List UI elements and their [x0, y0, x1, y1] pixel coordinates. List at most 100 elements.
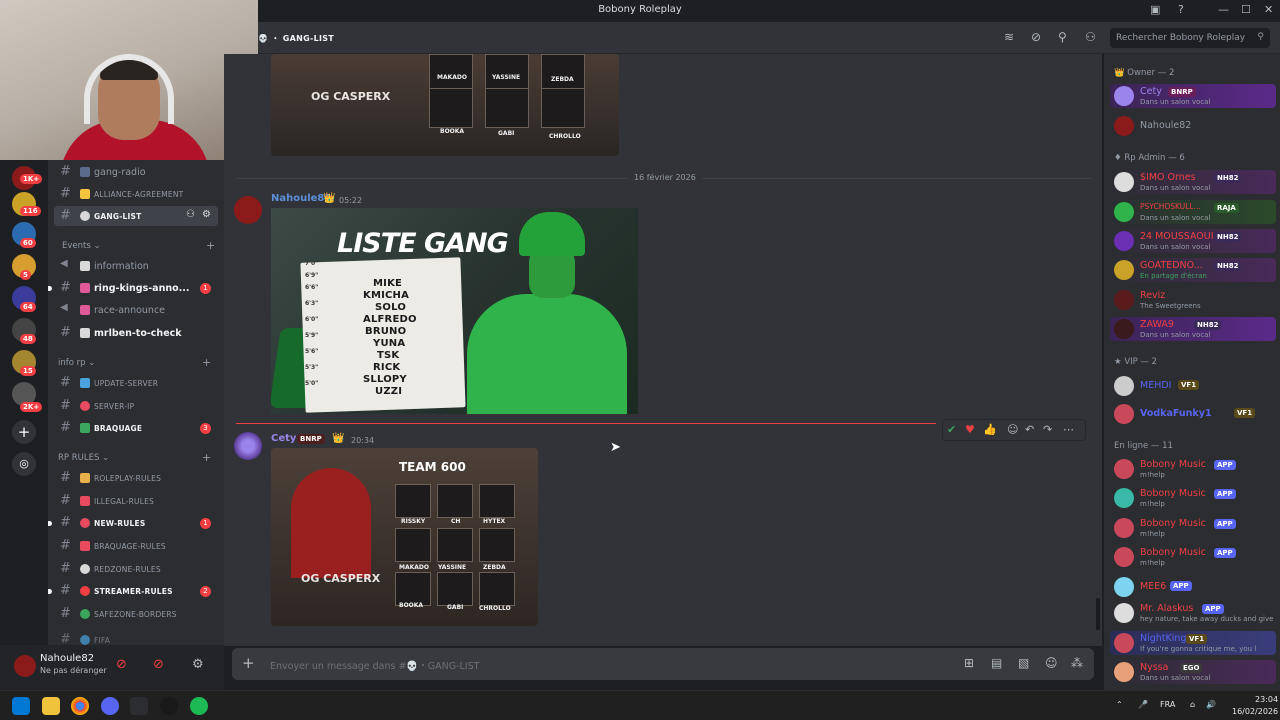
channel-item[interactable]: # BRAQUAGE 3 [48, 418, 224, 438]
member-item[interactable]: Bobony Music APP m!help [1110, 486, 1276, 510]
clock[interactable]: 23:04 16/02/2026 [1232, 694, 1278, 718]
member-item[interactable]: Nahoule82 [1110, 114, 1276, 138]
member-group-label: Owner — 2 [1127, 68, 1175, 78]
member-item[interactable]: MEHDI VF1 [1110, 374, 1276, 398]
member-item[interactable]: VodkaFunky1 VF1 [1110, 402, 1276, 426]
gif-icon[interactable]: ▤ [991, 656, 1002, 670]
chrome-icon[interactable] [71, 697, 89, 715]
forward-icon[interactable]: ↷ [1043, 423, 1052, 436]
apps-icon[interactable]: ⁂ [1071, 656, 1083, 670]
screen-icon[interactable]: ▣ [1150, 3, 1160, 16]
plus-icon[interactable]: + [206, 239, 215, 252]
chat-scrollbar[interactable] [1096, 598, 1100, 630]
add-server-icon[interactable]: + [12, 420, 36, 444]
maximize-button[interactable]: ☐ [1241, 3, 1251, 16]
image-text: ZEBDA [551, 76, 574, 83]
network-icon[interactable]: ⌂ [1190, 700, 1195, 709]
chevron-up-icon[interactable]: ⌃ [1116, 700, 1123, 709]
channel-item[interactable]: # SAFEZONE-BORDERS [48, 604, 224, 624]
channel-item[interactable]: # UPDATE-SERVER [48, 373, 224, 393]
channel-item[interactable]: # NEW-RULES 1 [48, 513, 224, 533]
attach-plus-icon[interactable]: + [242, 654, 255, 672]
heart-icon[interactable]: ♥ [965, 423, 975, 436]
member-item[interactable]: 24 MOUSSAOUI NH82 Dans un salon vocal [1110, 229, 1276, 253]
channel-item[interactable]: # FIFA [48, 630, 224, 645]
avatar[interactable] [14, 655, 36, 677]
channel-item[interactable]: # gang-radio [48, 162, 224, 182]
reply-icon[interactable]: ↶ [1025, 423, 1034, 436]
minimize-button[interactable]: — [1218, 3, 1229, 16]
channel-item[interactable]: ◀ information [48, 256, 224, 276]
gear-icon[interactable]: ⚙ [202, 209, 211, 220]
plus-icon[interactable]: + [202, 451, 211, 464]
member-item[interactable]: PSYCHOSKULL... RAJA Dans un salon vocal [1110, 200, 1276, 224]
category-rp-rules[interactable]: RP RULES ⌄ + [58, 451, 211, 464]
message-composer[interactable]: + Envoyer un message dans #💀・GANG-LIST ⊞… [232, 648, 1094, 680]
add-member-icon[interactable]: ⚇ [186, 209, 195, 220]
emoji-icon[interactable]: ☺ [1045, 656, 1058, 670]
channel-item[interactable]: # ILLEGAL-RULES [48, 491, 224, 511]
threads-icon[interactable]: ≋ [1004, 30, 1014, 44]
file-explorer-icon[interactable] [42, 697, 60, 715]
emoji-icon[interactable]: ☺ [1007, 423, 1018, 436]
member-item[interactable]: Mr. Alaskus APP hey nature, take away du… [1110, 601, 1276, 625]
member-item[interactable]: Cety BNRP Dans un salon vocal [1110, 84, 1276, 108]
member-item[interactable]: Bobony Music APP m!help [1110, 545, 1276, 569]
check-icon[interactable]: ✔ [947, 423, 956, 436]
plus-icon[interactable]: + [202, 356, 211, 369]
member-item[interactable]: ZAWA9 NH82 Dans un salon vocal [1110, 317, 1276, 341]
channel-item[interactable]: # ring-kings-anno... 1 [48, 278, 224, 298]
pin-icon[interactable]: ⚲ [1058, 30, 1067, 44]
help-icon[interactable]: ? [1178, 3, 1184, 16]
server-badge: 5 [20, 270, 31, 280]
bell-muted-icon[interactable]: ⊘ [1031, 30, 1041, 44]
windows-start-icon[interactable] [12, 697, 30, 715]
member-item[interactable]: Reviz The Sweetgreens [1110, 288, 1276, 312]
member-card [437, 484, 473, 518]
team-600-image[interactable]: OG CASPERX TEAM 600 RISSKY CH HYTEX MAKA… [271, 448, 538, 626]
sticker-icon[interactable]: ▧ [1018, 656, 1029, 670]
gang-image[interactable]: OG CASPERX MAKADO YASSINE ZEBDA BOOKA GA… [271, 54, 619, 156]
channel-item[interactable]: # ROLEPLAY-RULES [48, 468, 224, 488]
mic-icon[interactable]: 🎤 [1138, 700, 1148, 709]
explore-icon[interactable]: ◎ [12, 452, 36, 476]
gear-icon[interactable]: ⚙ [192, 657, 204, 672]
category-events[interactable]: Events ⌄ + [62, 239, 215, 252]
member-item[interactable]: MEE6 APP [1110, 575, 1276, 599]
member-item[interactable]: Bobony Music APP m!help [1110, 457, 1276, 481]
channel-item[interactable]: # mrlben-to-check [48, 323, 224, 343]
channel-item[interactable]: # BRAQUAGE-RULES [48, 536, 224, 556]
member-item[interactable]: NightKing VF1 If you're gonna critique m… [1110, 631, 1276, 655]
spotify-icon[interactable] [190, 697, 208, 715]
discord-icon[interactable] [101, 697, 119, 715]
liste-gang-image[interactable]: LISTE GANG 7'0" 6'9" 6'6" 6'3" 6'0" 5'9"… [271, 208, 638, 414]
category-info-rp[interactable]: info rp ⌄ + [58, 356, 211, 369]
channel-item[interactable]: # SERVER-IP [48, 396, 224, 416]
avatar [1114, 202, 1134, 222]
more-icon[interactable]: ⋯ [1063, 423, 1074, 436]
avatar[interactable] [234, 432, 262, 460]
close-button[interactable]: ✕ [1264, 3, 1273, 16]
volume-icon[interactable]: 🔊 [1206, 700, 1216, 709]
mic-muted-icon[interactable]: ⊘ [116, 657, 127, 672]
message-author[interactable]: Cety [271, 433, 296, 444]
gift-icon[interactable]: ⊞ [964, 656, 974, 670]
member-item[interactable]: GOATEDNO... NH82 En partage d'écran [1110, 258, 1276, 282]
channel-item[interactable]: ◀ race-announce [48, 300, 224, 320]
app-icon[interactable] [130, 697, 148, 715]
members-icon[interactable]: ⚇ [1085, 30, 1096, 44]
channel-item[interactable]: # ALLIANCE-AGREEMENT [48, 184, 224, 204]
member-item[interactable]: $IMO Ornes NH82 Dans un salon vocal [1110, 170, 1276, 194]
language-indicator[interactable]: FRA [1160, 700, 1175, 709]
channel-item-active[interactable]: # GANG-LIST ⚇ ⚙ [54, 206, 218, 226]
member-item[interactable]: Bobony Music APP m!help [1110, 516, 1276, 540]
channel-item[interactable]: # STREAMER-RULES 2 [48, 581, 224, 601]
pin-icon [80, 518, 90, 528]
channel-item[interactable]: # REDZONE-RULES [48, 559, 224, 579]
headset-muted-icon[interactable]: ⊘ [153, 657, 164, 672]
search-input[interactable]: Rechercher Bobony Roleplay ⚲ [1110, 28, 1270, 48]
thumbs-up-icon[interactable]: 👍 [983, 423, 997, 436]
member-item[interactable]: Nyssa EGO Dans un salon vocal [1110, 660, 1276, 684]
obs-icon[interactable] [160, 697, 178, 715]
avatar[interactable] [234, 196, 262, 224]
